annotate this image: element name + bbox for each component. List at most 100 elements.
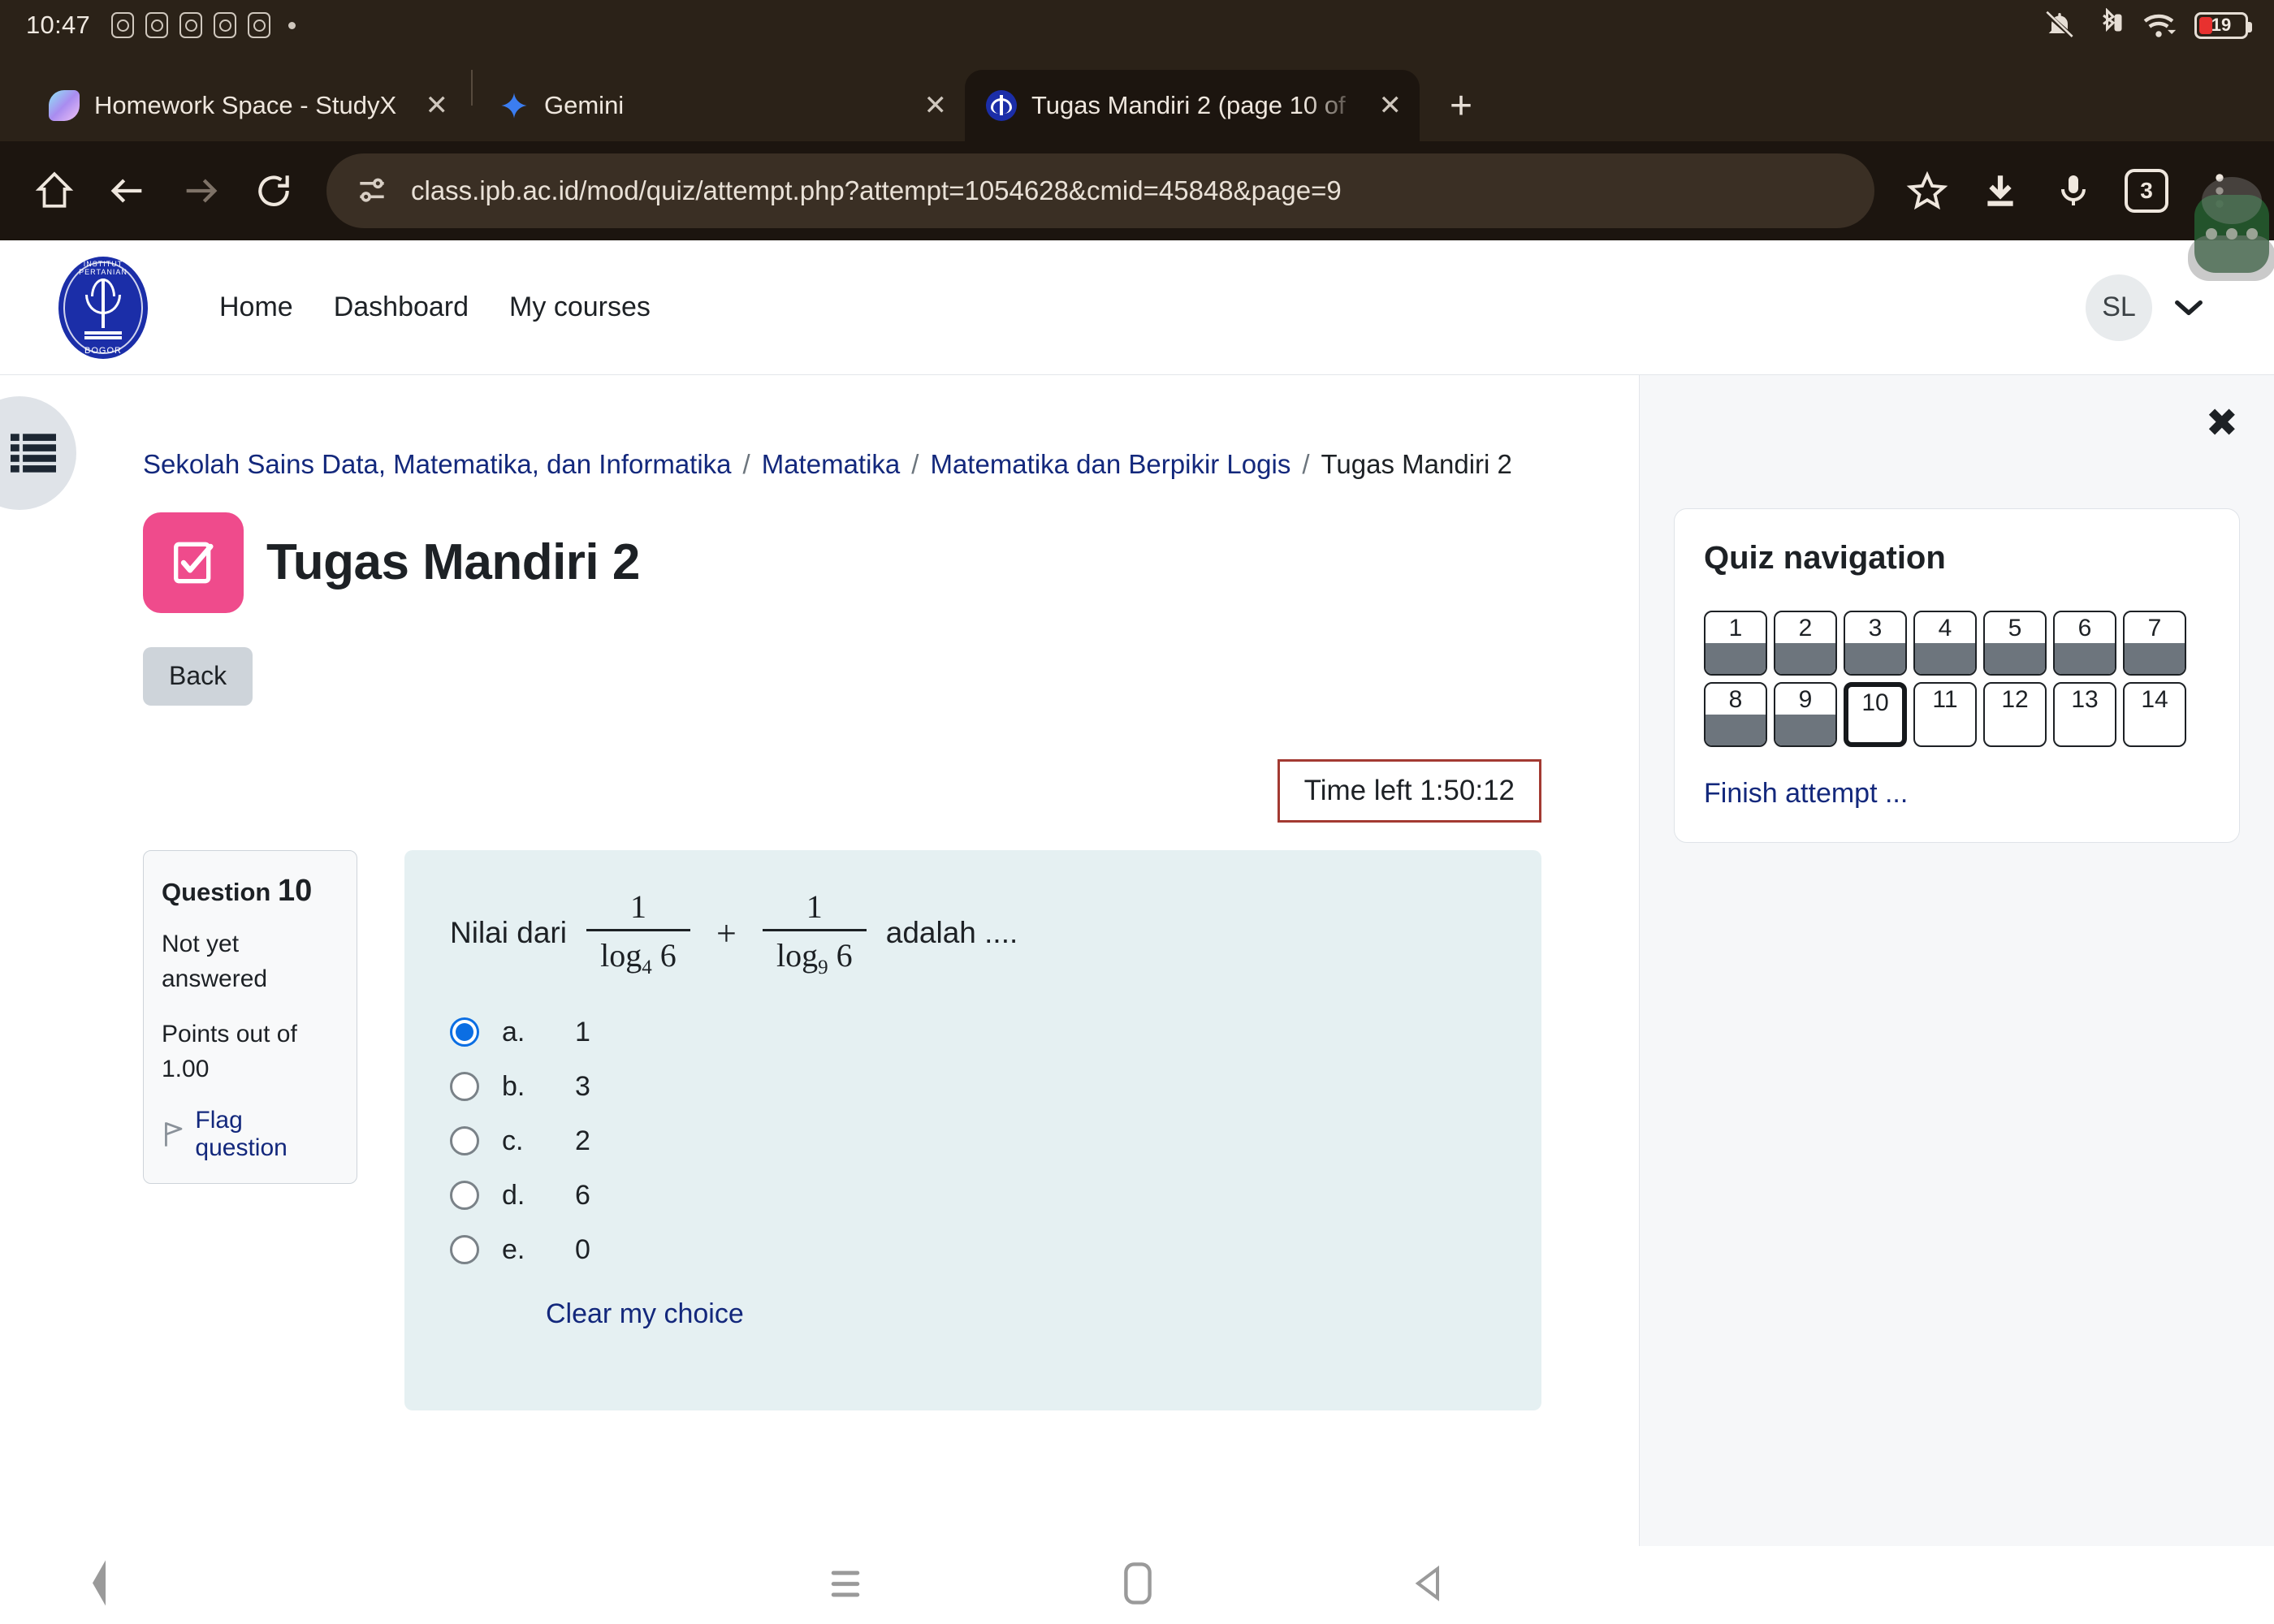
home-icon[interactable] (19, 156, 89, 226)
question-nav-button[interactable]: 12 (1983, 682, 2047, 747)
android-nav-bar (0, 1546, 2274, 1624)
bell-muted-icon (2044, 11, 2075, 40)
close-icon[interactable]: ✖ (2206, 404, 2238, 443)
radio-button-b[interactable] (450, 1072, 479, 1102)
browser-tab-studyx[interactable]: Homework Space - StudyX ✕ (28, 70, 466, 141)
answer-option-e[interactable]: e. 0 (450, 1234, 1496, 1266)
bluetooth-icon (2103, 8, 2122, 32)
back-arrow-icon[interactable] (93, 156, 162, 226)
clear-my-choice-link[interactable]: Clear my choice (546, 1298, 1496, 1330)
log-argument: 6 (836, 936, 853, 974)
question-nav-button[interactable]: 14 (2123, 682, 2186, 747)
back-button[interactable]: Back (143, 646, 253, 706)
android-status-bar: 10:47 19 (0, 0, 2274, 50)
finish-attempt-link[interactable]: Finish attempt ... (1704, 778, 2210, 810)
breadcrumb-separator: / (742, 449, 750, 479)
question-nav-button[interactable]: 13 (2053, 682, 2116, 747)
logo-text-top: INSTITUT PERTANIAN (79, 259, 128, 276)
breadcrumb-item-department[interactable]: Matematika (762, 449, 901, 479)
option-text: 1 (575, 1016, 590, 1047)
question-nav-label: 3 (1868, 615, 1883, 641)
quiz-navigation-title: Quiz navigation (1704, 540, 1946, 576)
browser-tab-gemini[interactable]: Gemini ✕ (478, 70, 965, 141)
option-text: 2 (575, 1125, 590, 1156)
question-stem: Nilai dari 1 log4 6 + 1 log9 6 adalah ..… (450, 888, 1496, 979)
tab-divider (471, 70, 473, 106)
fraction-2-denominator: log9 6 (776, 931, 853, 979)
close-icon[interactable]: ✕ (924, 92, 948, 119)
question-nav-button[interactable]: 8 (1704, 682, 1767, 747)
logo-text-bottom: BOGOR (84, 345, 122, 356)
camera-icon (179, 12, 203, 38)
browser-tab-strip: Homework Space - StudyX ✕ Gemini ✕ Tugas… (0, 50, 2274, 141)
question-number: Question 10 (162, 874, 339, 909)
question-nav-button[interactable]: 6 (2053, 611, 2116, 676)
stem-suffix: adalah .... (885, 916, 1018, 950)
quiz-navigation-block: Quiz navigation 1 2 3 4 5 6 7 8 9 10 11 … (1674, 508, 2240, 843)
flag-question-button[interactable]: Flag question (162, 1107, 339, 1162)
radio-button-e[interactable] (450, 1235, 479, 1265)
edge-back-icon[interactable] (88, 1559, 109, 1612)
breadcrumb-item-current: Tugas Mandiri 2 (1321, 449, 1512, 479)
ipb-bogor-logo[interactable]: INSTITUT PERTANIAN BOGOR (58, 256, 148, 359)
question-nav-button[interactable]: 1 (1704, 611, 1767, 676)
answer-option-b[interactable]: b. 3 (450, 1071, 1496, 1103)
address-bar[interactable]: class.ipb.ac.id/mod/quiz/attempt.php?att… (326, 153, 1874, 228)
question-nav-button[interactable]: 4 (1913, 611, 1977, 676)
radio-button-c[interactable] (450, 1126, 479, 1156)
fraction-1-denominator: log4 6 (600, 931, 677, 979)
browser-toolbar: class.ipb.ac.id/mod/quiz/attempt.php?att… (0, 141, 2274, 281)
tab-title: Gemini (544, 91, 625, 119)
forward-arrow-icon (166, 156, 236, 226)
breadcrumb-item-school[interactable]: Sekolah Sains Data, Matematika, dan Info… (143, 449, 732, 479)
answer-option-c[interactable]: c. 2 (450, 1125, 1496, 1157)
chevron-down-icon[interactable] (2173, 297, 2204, 318)
answer-option-d[interactable]: d. 6 (450, 1180, 1496, 1212)
more-notifications-dot (288, 21, 296, 29)
answer-options: a. 1 b. 3 c. 2 d. 6 e. 0 Clear my choice (450, 1017, 1496, 1330)
status-notification-icons (111, 12, 296, 38)
close-icon[interactable]: ✕ (1379, 92, 1403, 119)
assistant-bubble[interactable] (2188, 195, 2274, 281)
question-nav-button[interactable]: 2 (1774, 611, 1837, 676)
page-body: Sekolah Sains Data, Matematika, dan Info… (0, 375, 2274, 1546)
question-nav-button[interactable]: 11 (1913, 682, 1977, 747)
back-triangle-icon[interactable] (1412, 1565, 1447, 1605)
flag-icon (165, 1121, 183, 1147)
breadcrumb-item-course[interactable]: Matematika dan Berpikir Logis (930, 449, 1290, 479)
user-menu[interactable]: SL (2086, 274, 2204, 341)
reload-icon[interactable] (239, 156, 309, 226)
browser-tab-quiz[interactable]: Tugas Mandiri 2 (page 10 of ✕ (965, 70, 1420, 141)
tab-count-button[interactable]: 3 (2112, 156, 2181, 226)
timer-row: Time left 1:50:12 (143, 758, 1541, 823)
fraction-1-numerator: 1 (629, 888, 646, 925)
question-nav-button-current[interactable]: 10 (1844, 682, 1907, 747)
question-nav-button[interactable]: 3 (1844, 611, 1907, 676)
quiz-navigation-drawer: ✖ Quiz navigation 1 2 3 4 5 6 7 8 9 10 1… (1639, 375, 2274, 1546)
nav-item-my-courses[interactable]: My courses (509, 292, 651, 323)
home-pill-icon[interactable] (1124, 1561, 1152, 1609)
option-letter: e. (502, 1233, 525, 1265)
tab-title: Homework Space - StudyX (94, 91, 397, 119)
question-nav-label: 6 (2077, 615, 2092, 641)
avatar[interactable]: SL (2086, 274, 2152, 341)
log-label: log (776, 936, 819, 974)
download-icon[interactable] (1965, 156, 2035, 226)
option-text: 0 (575, 1233, 590, 1265)
quiz-timer: Time left 1:50:12 (1277, 758, 1541, 823)
star-icon[interactable] (1892, 156, 1962, 226)
radio-button-d[interactable] (450, 1181, 479, 1211)
nav-item-home[interactable]: Home (219, 292, 293, 323)
question-nav-button[interactable]: 7 (2123, 611, 2186, 676)
microphone-icon[interactable] (2038, 156, 2108, 226)
nav-item-dashboard[interactable]: Dashboard (334, 292, 469, 323)
answer-option-a[interactable]: a. 1 (450, 1017, 1496, 1048)
recents-icon[interactable] (827, 1565, 864, 1606)
option-letter: c. (502, 1125, 524, 1156)
new-tab-button[interactable]: + (1431, 70, 1491, 141)
radio-button-a[interactable] (450, 1017, 479, 1047)
site-settings-icon[interactable] (354, 173, 390, 209)
question-nav-button[interactable]: 5 (1983, 611, 2047, 676)
question-nav-button[interactable]: 9 (1774, 682, 1837, 747)
close-icon[interactable]: ✕ (426, 92, 449, 119)
